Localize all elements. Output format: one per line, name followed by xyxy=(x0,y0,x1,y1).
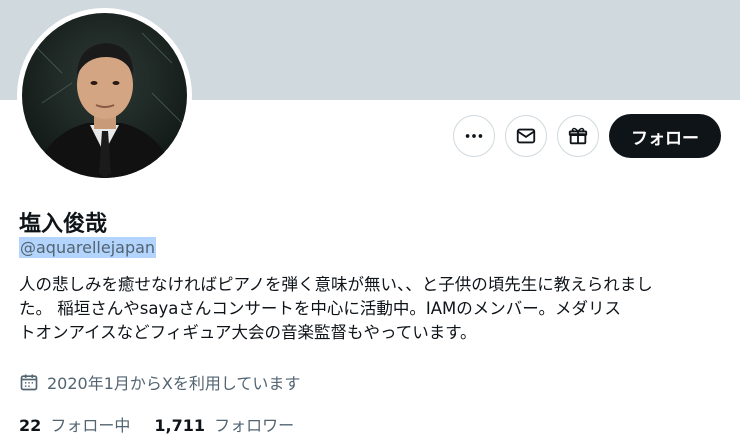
followers-label: フォロワー xyxy=(214,416,295,435)
joined-date: 2020年1月からXを利用しています xyxy=(19,370,300,394)
follow-button[interactable]: フォロー xyxy=(609,114,721,158)
more-icon xyxy=(465,134,483,138)
followers-count: 1,711 xyxy=(154,416,205,435)
calendar-icon xyxy=(20,374,38,391)
message-button[interactable] xyxy=(505,115,547,157)
profile-actions: フォロー xyxy=(453,114,721,158)
following-label: フォロー中 xyxy=(50,416,131,435)
profile-name: 塩入俊哉 xyxy=(19,212,108,237)
profile-handle: @aquarellejapan xyxy=(19,237,157,258)
avatar-image xyxy=(22,13,187,178)
joined-text: 2020年1月からXを利用しています xyxy=(47,374,301,393)
more-button[interactable] xyxy=(453,115,495,157)
mail-icon xyxy=(516,128,536,144)
profile-stats: 22 フォロー中 1,711 フォロワー xyxy=(19,412,294,436)
subscribe-button[interactable] xyxy=(557,115,599,157)
following-link[interactable]: 22 フォロー中 xyxy=(19,412,130,436)
following-count: 22 xyxy=(19,416,42,435)
profile-avatar[interactable] xyxy=(17,8,192,183)
profile-bio: 人の悲しみを癒せなければピアノを弾く意味が無い、、と子供の頃先生に教えられまし … xyxy=(19,275,653,342)
gift-icon xyxy=(568,127,588,145)
followers-link[interactable]: 1,711 フォロワー xyxy=(154,412,294,436)
